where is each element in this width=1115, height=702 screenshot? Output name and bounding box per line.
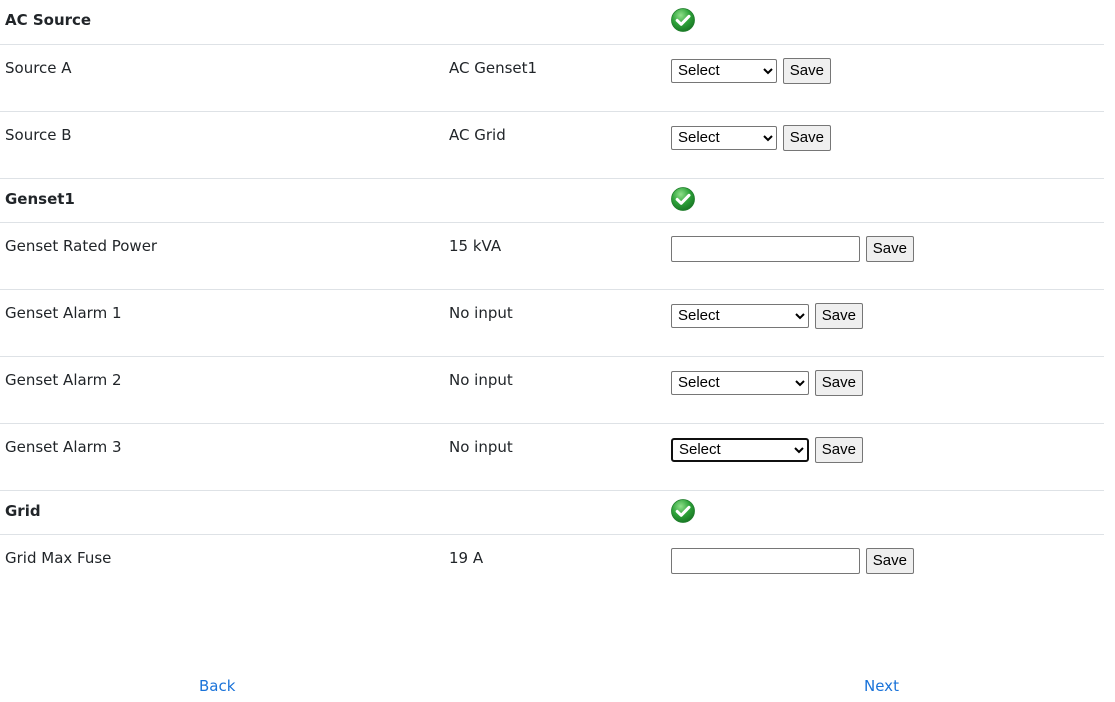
source-a-select[interactable]: Select [671, 58, 777, 83]
table-row: Genset Alarm 1 No input Select Save [0, 289, 1104, 357]
save-button[interactable]: Save [782, 124, 831, 151]
genset-rated-power-input[interactable] [671, 235, 860, 262]
section-title: Grid [0, 490, 444, 535]
row-value: 19 A [449, 548, 484, 567]
row-label: Genset Alarm 2 [0, 356, 444, 424]
save-button[interactable]: Save [814, 369, 863, 396]
row-value: 15 kVA [444, 222, 666, 290]
source-b-select[interactable]: Select [671, 125, 777, 150]
table-row: Grid Max Fuse 19 A Save [0, 534, 1104, 601]
settings-table: AC Source Source A AC Genset1 Select Sav… [0, 0, 1104, 601]
row-value: AC Grid [444, 111, 666, 179]
row-value: AC Genset1 [444, 44, 666, 112]
section-title: AC Source [0, 0, 444, 45]
section-title: Genset1 [0, 178, 444, 223]
next-link[interactable]: Next [864, 677, 899, 695]
row-label: Genset Alarm 1 [0, 289, 444, 357]
check-circle-icon [671, 498, 695, 523]
section-header-genset1: Genset1 [0, 178, 1104, 223]
genset-alarm-1-select[interactable]: Select [671, 303, 809, 328]
genset-alarm-2-select[interactable]: Select [671, 370, 809, 395]
table-row: Genset Alarm 2 No input Select Save [0, 356, 1104, 424]
check-circle-icon [671, 186, 695, 211]
table-row: Genset Alarm 3 No input Select Save [0, 423, 1104, 491]
section-header-grid: Grid [0, 490, 1104, 535]
row-label: Source B [0, 111, 444, 179]
row-value: No input [444, 356, 666, 424]
save-button[interactable]: Save [814, 302, 863, 329]
row-label: Genset Alarm 3 [0, 423, 444, 491]
row-label: Source A [0, 44, 444, 112]
check-circle-icon [671, 8, 695, 32]
table-row: Genset Rated Power 15 kVA Save [0, 222, 1104, 290]
row-value: No input [444, 423, 666, 491]
table-row: Source A AC Genset1 Select Save [0, 44, 1104, 112]
save-button[interactable]: Save [814, 436, 863, 463]
back-link[interactable]: Back [199, 677, 235, 695]
row-label: Genset Rated Power [0, 222, 444, 290]
save-button[interactable]: Save [782, 57, 831, 84]
grid-max-fuse-input[interactable] [671, 547, 860, 574]
table-row: Source B AC Grid Select Save [0, 111, 1104, 179]
save-button[interactable]: Save [865, 547, 914, 574]
row-value: No input [444, 289, 666, 357]
config-page: AC Source Source A AC Genset1 Select Sav… [0, 0, 1115, 702]
genset-alarm-3-select[interactable]: Select [671, 437, 809, 462]
section-header-ac-source: AC Source [0, 0, 1104, 45]
row-label: Grid Max Fuse [5, 548, 112, 567]
save-button[interactable]: Save [865, 235, 914, 262]
